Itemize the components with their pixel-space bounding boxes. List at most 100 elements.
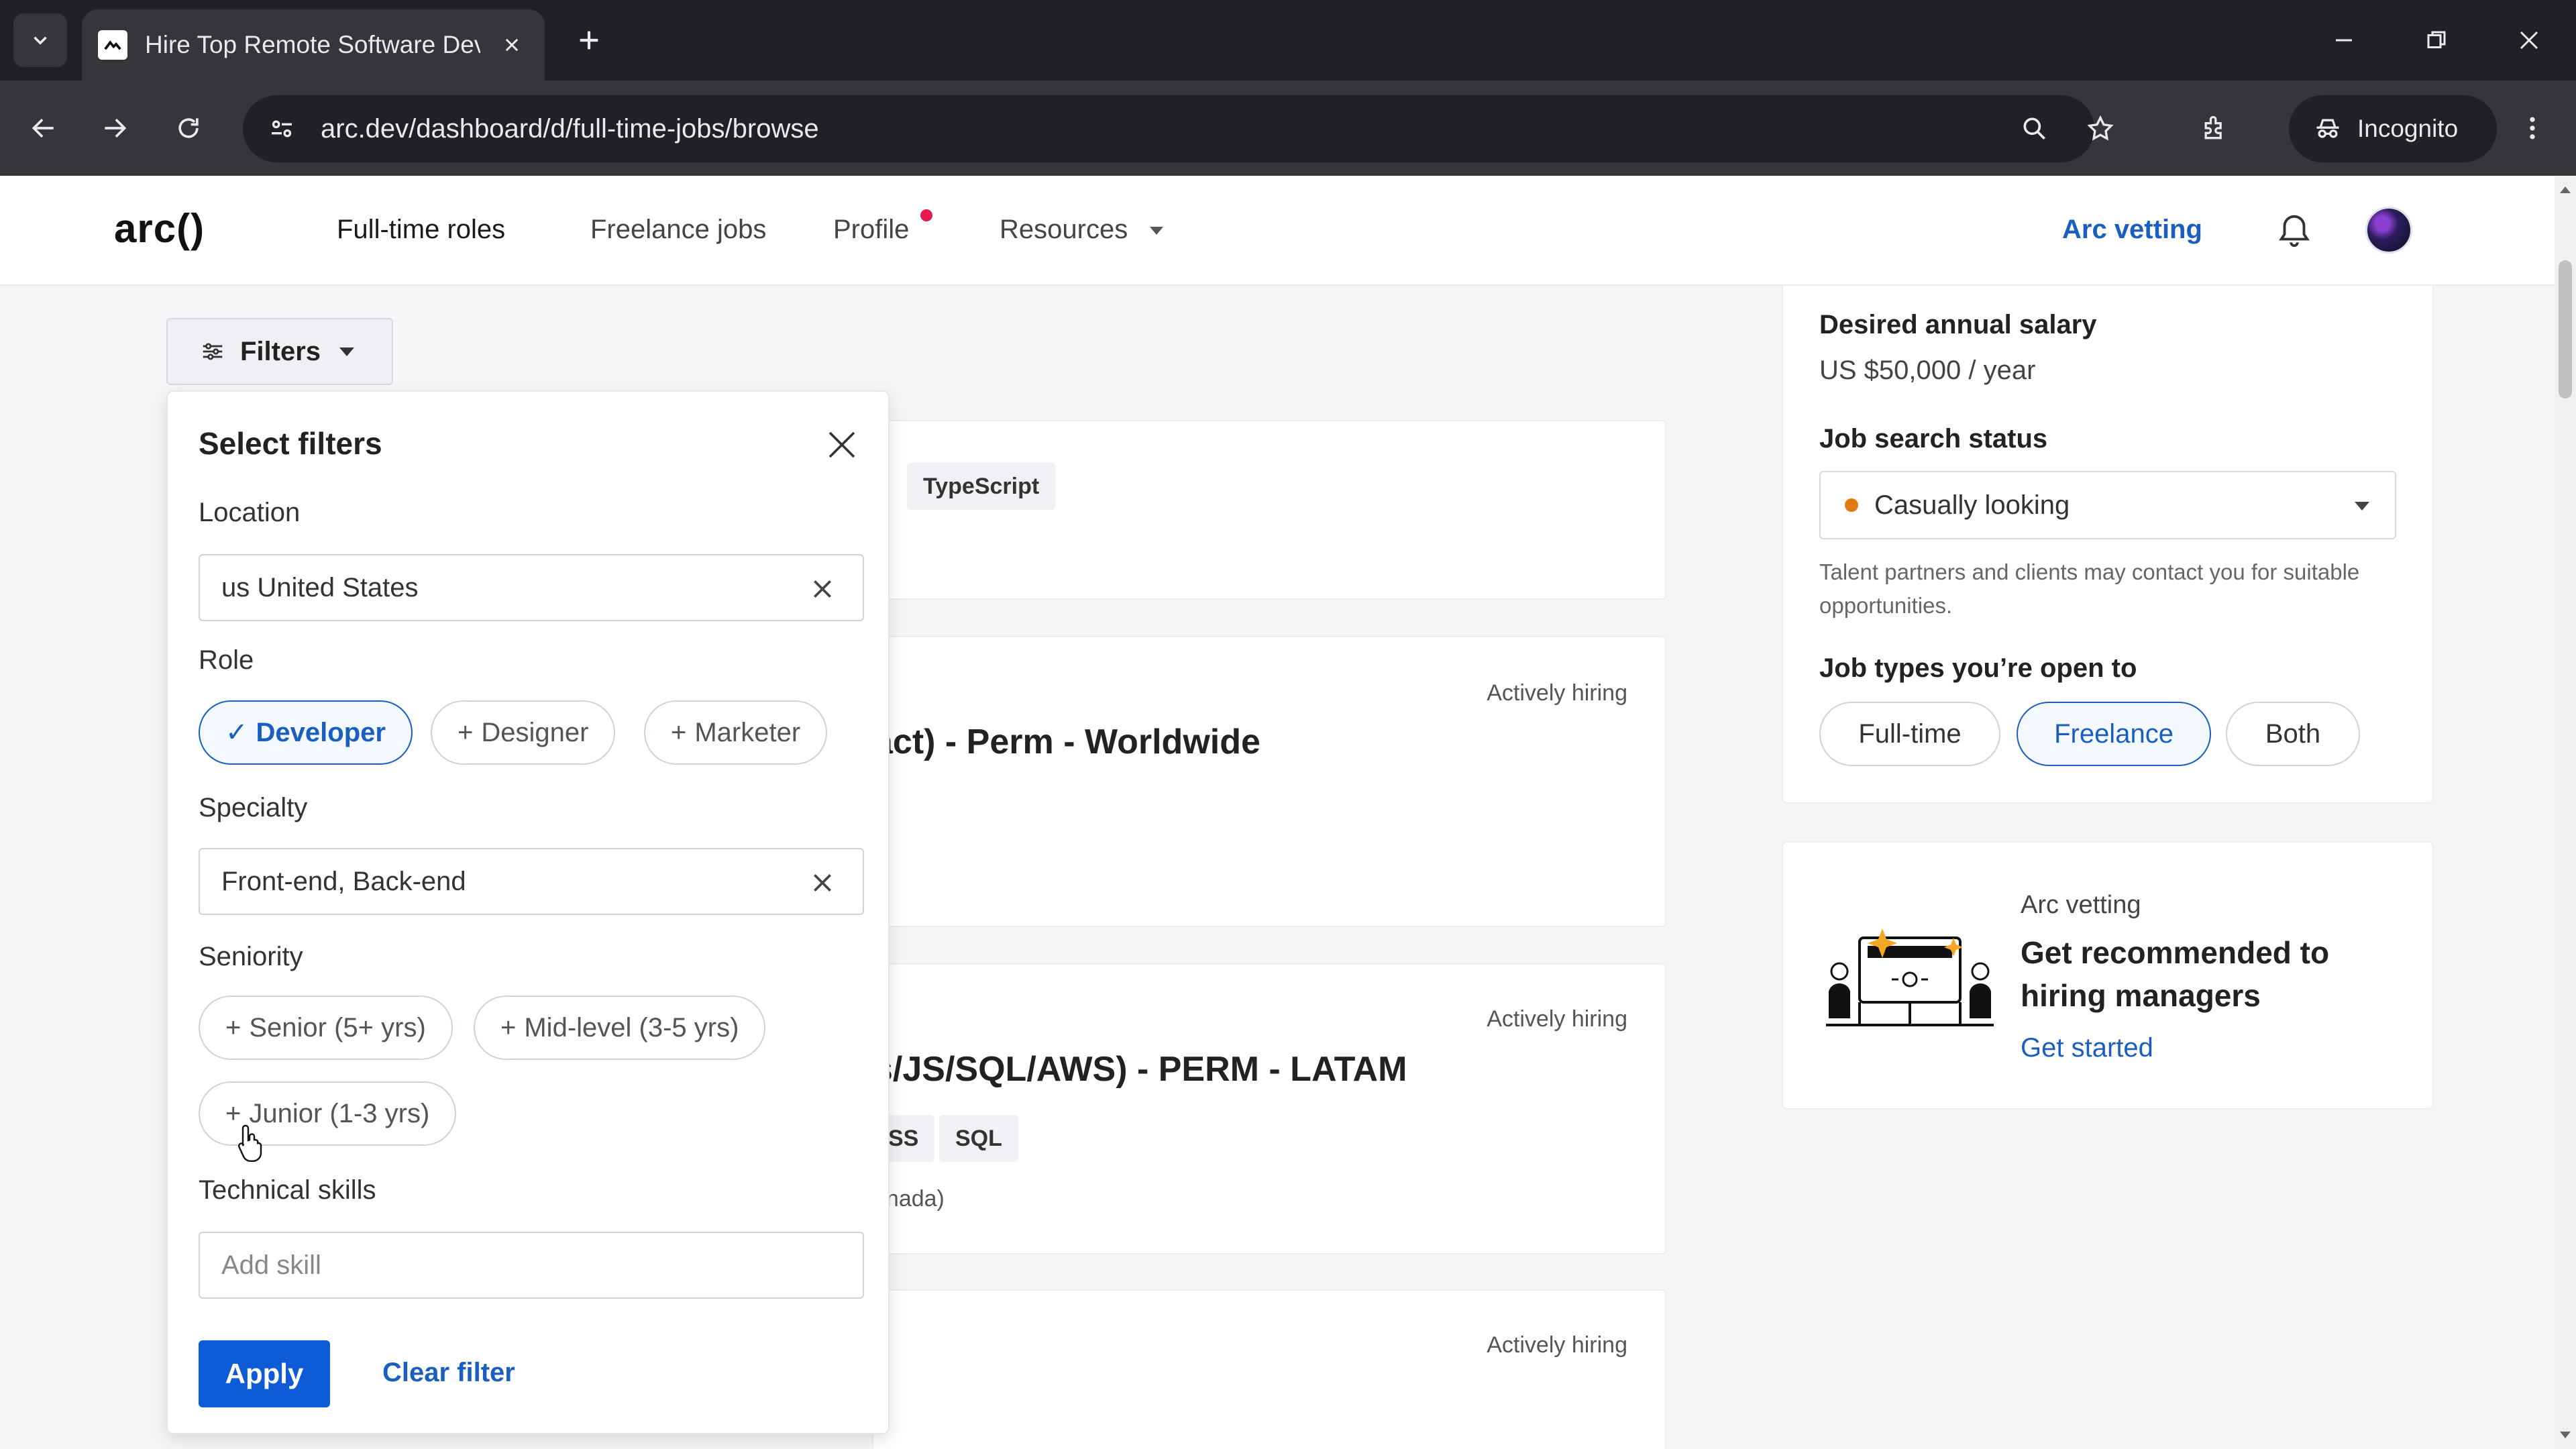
job-type-freelance[interactable]: Freelance	[2017, 702, 2211, 766]
seniority-mid-label: Mid-level (3-5 yrs)	[524, 1012, 739, 1042]
salary-label: Desired annual salary	[1819, 310, 2097, 339]
hiring-status: Actively hiring	[1487, 680, 1627, 706]
role-developer-pill[interactable]: ✓ Developer	[199, 700, 413, 765]
filters-button[interactable]: Filters	[166, 318, 393, 385]
clear-filter-link[interactable]: Clear filter	[382, 1358, 515, 1388]
job-card[interactable]: Actively hiring s/JS/SQL/AWS) - PERM - L…	[872, 963, 1666, 1254]
seniority-junior-label: Junior (1-3 yrs)	[249, 1098, 430, 1128]
page-scrollbar[interactable]	[2555, 176, 2576, 1449]
check-icon: ✓	[225, 718, 248, 747]
window-close-icon[interactable]	[2502, 13, 2556, 67]
job-types-label: Job types you’re open to	[1819, 653, 2137, 683]
plus-icon: +	[671, 717, 687, 747]
forward-arrow-icon[interactable]	[86, 99, 144, 157]
nav-freelance-jobs[interactable]: Freelance jobs	[590, 215, 766, 245]
site-header: arc() Full-time roles Freelance jobs Pro…	[0, 176, 2555, 286]
hiring-illustration-icon	[1826, 928, 1994, 1026]
job-card[interactable]: TypeScript	[872, 420, 1666, 600]
tab-close-icon[interactable]	[495, 28, 529, 62]
incognito-indicator[interactable]: Incognito	[2289, 95, 2497, 162]
arc-vetting-link[interactable]: Arc vetting	[2062, 215, 2202, 245]
minimize-icon[interactable]	[2317, 13, 2371, 67]
nav-profile[interactable]: Profile	[833, 215, 909, 245]
job-type-both[interactable]: Both	[2226, 702, 2360, 766]
job-search-status-label: Job search status	[1819, 424, 2048, 453]
salary-value: US $50,000 / year	[1819, 356, 2036, 385]
role-designer-label: Designer	[481, 717, 589, 747]
skill-chip: TypeScript	[907, 463, 1056, 510]
role-marketer-pill[interactable]: + Marketer	[644, 700, 828, 765]
sliders-icon	[203, 343, 223, 360]
status-help-text: Talent partners and clients may contact …	[1819, 559, 2360, 618]
role-developer-label: Developer	[256, 717, 386, 747]
seniority-senior-label: Senior (5+ yrs)	[249, 1012, 426, 1042]
address-bar[interactable]: arc.dev/dashboard/d/full-time-jobs/brows…	[243, 95, 2114, 162]
new-tab-plus-icon[interactable]	[562, 13, 616, 67]
specialty-label: Specialty	[199, 793, 308, 822]
technical-skills-label: Technical skills	[199, 1175, 376, 1205]
location-value: us United States	[221, 572, 419, 602]
bell-icon[interactable]	[2267, 203, 2321, 256]
site-info-icon[interactable]	[248, 95, 315, 162]
incognito-icon	[2316, 119, 2339, 138]
seniority-senior-pill[interactable]: + Senior (5+ yrs)	[199, 996, 453, 1060]
nav-resources[interactable]: Resources	[1000, 215, 1128, 245]
clear-specialty-icon[interactable]	[806, 867, 839, 899]
hand-cursor-icon	[237, 1124, 262, 1162]
hiring-status: Actively hiring	[1487, 1332, 1627, 1358]
profile-notification-dot	[920, 209, 932, 221]
restore-icon[interactable]	[2410, 13, 2463, 67]
scroll-up-icon[interactable]	[2560, 186, 2571, 193]
job-search-status-value: Casually looking	[1874, 490, 2070, 520]
skill-input[interactable]: Add skill	[199, 1232, 864, 1299]
url-text: arc.dev/dashboard/d/full-time-jobs/brows…	[321, 113, 819, 144]
tab-title: Hire Top Remote Software Developers	[145, 31, 480, 58]
arc-vetting-title: Get recommended to hiring managers	[2021, 935, 2330, 1013]
clear-location-icon[interactable]	[806, 573, 839, 605]
close-icon[interactable]	[818, 421, 865, 468]
plus-icon: +	[458, 717, 474, 747]
browser-menu-icon[interactable]	[2504, 99, 2561, 157]
specialty-field[interactable]: Front-end, Back-end	[199, 848, 864, 915]
job-title[interactable]: act) - Perm - Worldwide	[873, 722, 1260, 762]
reload-icon[interactable]	[160, 99, 217, 157]
resources-caret-icon[interactable]	[1150, 227, 1163, 235]
browser-tab-active[interactable]: Hire Top Remote Software Developers	[82, 9, 545, 80]
plus-icon: +	[225, 1012, 241, 1042]
tab-search-button[interactable]	[13, 13, 67, 67]
hiring-status: Actively hiring	[1487, 1006, 1627, 1032]
nav-full-time-roles[interactable]: Full-time roles	[337, 215, 505, 245]
job-card[interactable]: Actively hiring	[872, 1289, 1666, 1449]
caret-down-icon	[2355, 502, 2369, 511]
status-dot	[1845, 498, 1858, 512]
avatar[interactable]	[2365, 207, 2412, 254]
apply-button[interactable]: Apply	[199, 1340, 330, 1407]
get-started-link[interactable]: Get started	[2021, 1033, 2153, 1063]
back-arrow-icon[interactable]	[15, 99, 72, 157]
zoom-icon[interactable]	[2007, 101, 2062, 156]
scroll-down-icon[interactable]	[2560, 1432, 2571, 1438]
arc-logo[interactable]: arc()	[114, 205, 205, 252]
scrollbar-thumb[interactable]	[2559, 260, 2572, 398]
job-title[interactable]: s/JS/SQL/AWS) - PERM - LATAM	[873, 1049, 1407, 1089]
profile-summary-card: Desired annual salary US $50,000 / year …	[1782, 286, 2434, 804]
role-label: Role	[199, 645, 254, 675]
filter-panel: Select filters Location us United States…	[166, 390, 890, 1434]
job-card[interactable]: Actively hiring act) - Perm - Worldwide	[872, 636, 1666, 927]
arc-vetting-eyebrow: Arc vetting	[2021, 891, 2141, 919]
extensions-icon[interactable]	[2186, 99, 2243, 157]
role-designer-pill[interactable]: + Designer	[431, 700, 616, 765]
job-search-status-select[interactable]: Casually looking	[1819, 471, 2396, 539]
skill-input-placeholder: Add skill	[221, 1250, 321, 1280]
location-label: Location	[199, 498, 301, 527]
filters-label: Filters	[240, 336, 321, 366]
filter-panel-title: Select filters	[199, 426, 382, 461]
arc-vetting-card: Arc vetting Get recommended to hiring ma…	[1782, 841, 2434, 1110]
seniority-label: Seniority	[199, 942, 303, 971]
location-field[interactable]: us United States	[199, 554, 864, 621]
job-type-full-time[interactable]: Full-time	[1819, 702, 2000, 766]
specialty-value: Front-end, Back-end	[221, 866, 466, 896]
chevron-down-icon	[34, 36, 47, 45]
seniority-mid-pill[interactable]: + Mid-level (3-5 yrs)	[474, 996, 766, 1060]
bookmark-star-icon[interactable]	[2073, 101, 2128, 156]
